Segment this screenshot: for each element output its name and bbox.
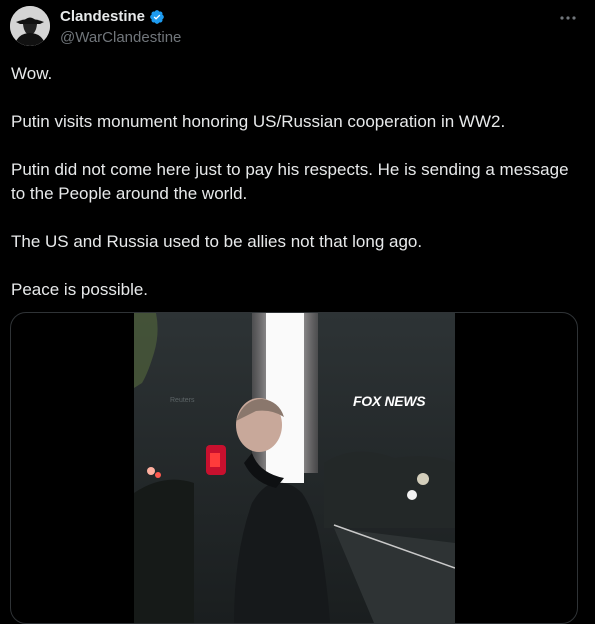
tweet-paragraph: Putin visits monument honoring US/Russia… — [11, 112, 506, 131]
tweet-paragraph: Peace is possible. — [11, 280, 149, 299]
tweet-paragraph: The US and Russia used to be allies not … — [11, 232, 423, 251]
author-block: Clandestine @WarClandestine — [60, 8, 181, 46]
spy-silhouette-avatar-icon — [10, 6, 50, 46]
tweet-paragraph: Putin did not come here just to pay his … — [11, 160, 569, 203]
more-options-icon[interactable] — [559, 8, 577, 26]
tweet-paragraph: Wow. — [11, 64, 53, 83]
fox-news-watermark: FOX NEWS — [353, 393, 426, 409]
author-handle[interactable]: @WarClandestine — [60, 29, 181, 46]
author-name[interactable]: Clandestine — [60, 8, 145, 25]
video-frame — [134, 313, 455, 623]
video-player[interactable]: FOX NEWS Reuters — [134, 313, 455, 623]
media-container[interactable]: FOX NEWS Reuters — [10, 312, 578, 624]
reuters-watermark: Reuters — [170, 397, 195, 404]
tweet-header: Clandestine @WarClandestine — [10, 6, 585, 50]
verified-badge-icon — [150, 9, 164, 24]
tweet-text: Wow. Putin visits monument honoring US/R… — [11, 62, 571, 326]
author-name-row[interactable]: Clandestine — [60, 8, 181, 25]
avatar[interactable] — [10, 6, 50, 46]
